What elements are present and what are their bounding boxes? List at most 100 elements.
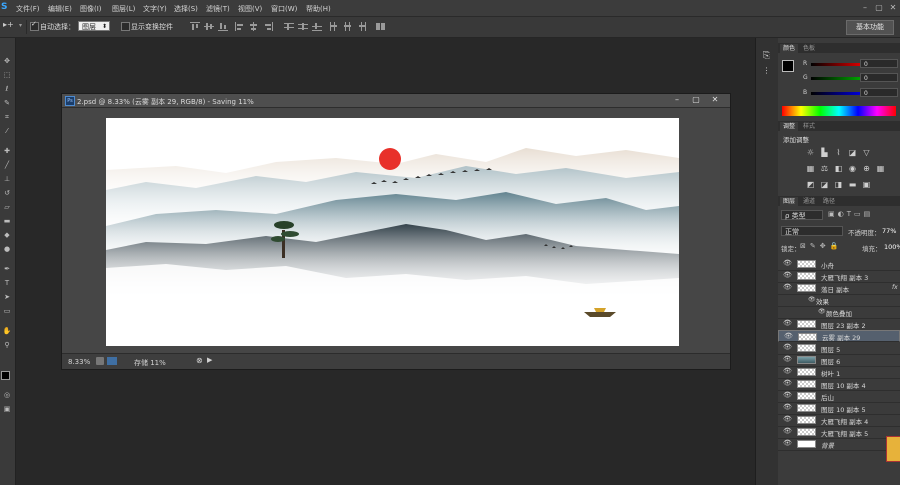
healing-brush-tool-icon[interactable]: ✚ xyxy=(2,146,12,156)
photo-filter-adjust-icon[interactable]: ◉ xyxy=(848,164,857,173)
layer-kind-filter[interactable]: ρ 类型 xyxy=(781,210,823,220)
tab-channels[interactable]: 通道 xyxy=(800,197,818,206)
close-icon[interactable]: ✕ xyxy=(888,3,898,12)
menu-view[interactable]: 视图(V) xyxy=(238,4,262,14)
opacity-value[interactable]: 77% xyxy=(882,227,896,235)
fill-value[interactable]: 100% xyxy=(884,243,900,251)
tab-swatches[interactable]: 色板 xyxy=(800,44,818,53)
hue-saturation-adjust-icon[interactable]: ▦ xyxy=(806,164,815,173)
align-top-icon[interactable] xyxy=(190,22,200,31)
cancel-save-icon[interactable]: ⊗ xyxy=(196,356,203,365)
shape-tool-icon[interactable]: ▭ xyxy=(2,306,12,316)
align-bottom-icon[interactable] xyxy=(218,22,228,31)
layer-filter-icons[interactable]: ▣◐T▭▤ xyxy=(828,210,873,218)
doc-restore-icon[interactable]: ▢ xyxy=(690,95,702,105)
layer-row[interactable]: 👁 背景 xyxy=(778,438,900,451)
restore-icon[interactable]: ▢ xyxy=(874,3,884,12)
distribute-vcenter-icon[interactable] xyxy=(298,22,308,31)
visibility-eye-icon[interactable]: 👁 xyxy=(783,260,792,267)
color-lookup-adjust-icon[interactable]: ▦ xyxy=(876,164,885,173)
tab-paths[interactable]: 路径 xyxy=(820,197,838,206)
tool-preset-arrow-icon[interactable]: ▾ xyxy=(19,22,22,29)
type-tool-icon[interactable]: T xyxy=(2,278,12,288)
tab-layers[interactable]: 图层 xyxy=(780,197,799,206)
color-balance-adjust-icon[interactable]: ⚖ xyxy=(820,164,829,173)
menu-file[interactable]: 文件(F) xyxy=(16,4,40,14)
history-brush-tool-icon[interactable]: ↺ xyxy=(2,188,12,198)
tab-color[interactable]: 颜色 xyxy=(780,44,799,53)
layer-row-selected[interactable]: 👁 云雾 副本 29 xyxy=(778,330,900,342)
auto-align-icon[interactable] xyxy=(376,22,386,31)
menu-layer[interactable]: 图层(L) xyxy=(112,4,135,14)
channel-b-value[interactable]: 0 xyxy=(860,88,898,97)
visibility-eye-icon[interactable]: 👁 xyxy=(783,428,792,435)
quick-mask-icon[interactable]: ◎ xyxy=(2,390,12,400)
vibrance-adjust-icon[interactable]: ▽ xyxy=(862,148,871,157)
screen-mode-icon[interactable]: ▣ xyxy=(2,404,12,414)
lasso-tool-icon[interactable]: ℓ xyxy=(2,84,12,94)
history-panel-icon[interactable]: ⎘ xyxy=(761,51,772,62)
foreground-color-swatch[interactable] xyxy=(1,371,10,380)
blur-tool-icon[interactable]: ◆ xyxy=(2,230,12,240)
lock-icons[interactable]: ⊠✎✥🔒 xyxy=(800,242,842,250)
menu-window[interactable]: 窗口(W) xyxy=(271,4,297,14)
menu-help[interactable]: 帮助(H) xyxy=(306,4,331,14)
panel-foreground-swatch[interactable] xyxy=(782,60,794,72)
selective-color-adjust-icon[interactable]: ▣ xyxy=(862,180,871,189)
distribute-bottom-icon[interactable] xyxy=(312,22,322,31)
visibility-eye-icon[interactable]: 👁 xyxy=(783,440,792,447)
menu-filter[interactable]: 滤镜(T) xyxy=(206,4,230,14)
menu-select[interactable]: 选择(S) xyxy=(174,4,198,14)
tab-styles[interactable]: 样式 xyxy=(800,122,818,131)
channel-mixer-adjust-icon[interactable]: ⊕ xyxy=(862,164,871,173)
zoom-tool-icon[interactable]: ⚲ xyxy=(2,340,12,350)
properties-panel-icon[interactable]: ⋮ xyxy=(761,66,772,77)
artwork-canvas[interactable] xyxy=(106,118,679,346)
path-select-tool-icon[interactable]: ➤ xyxy=(2,292,12,302)
layer-fx-badge[interactable]: fx xyxy=(892,284,898,291)
exposure-adjust-icon[interactable]: ◪ xyxy=(848,148,857,157)
visibility-eye-icon[interactable] xyxy=(783,296,790,303)
visibility-eye-icon[interactable]: 👁 xyxy=(783,392,792,399)
brightness-adjust-icon[interactable]: ☼ xyxy=(806,148,815,157)
distribute-right-icon[interactable] xyxy=(357,22,367,31)
auto-select-checkbox[interactable] xyxy=(30,20,39,31)
distribute-hcenter-icon[interactable] xyxy=(343,22,353,31)
curves-adjust-icon[interactable]: ⌇ xyxy=(834,148,843,157)
clone-stamp-tool-icon[interactable]: ⊥ xyxy=(2,174,12,184)
threshold-adjust-icon[interactable]: ◨ xyxy=(834,180,843,189)
floating-badge-icon[interactable] xyxy=(886,436,900,462)
levels-adjust-icon[interactable]: ▙ xyxy=(820,148,829,157)
marquee-tool-icon[interactable]: ⬚ xyxy=(2,70,12,80)
document-title-bar[interactable]: Ps 2.psd @ 8.33% (云雾 副本 29, RGB/8) - Sav… xyxy=(62,94,730,108)
visibility-eye-icon[interactable]: 👁 xyxy=(784,333,793,340)
workspace-switcher[interactable]: 基本功能 xyxy=(846,20,894,35)
quick-select-tool-icon[interactable]: ✎ xyxy=(2,98,12,108)
effect-eye-icon[interactable]: 👁 xyxy=(818,308,826,315)
doc-minimize-icon[interactable]: – xyxy=(671,95,683,105)
doc-close-icon[interactable]: ✕ xyxy=(709,95,721,105)
eraser-tool-icon[interactable]: ▱ xyxy=(2,202,12,212)
posterize-adjust-icon[interactable]: ◪ xyxy=(820,180,829,189)
invert-adjust-icon[interactable]: ◩ xyxy=(806,180,815,189)
visibility-eye-icon[interactable]: 👁 xyxy=(783,368,792,375)
hand-tool-icon[interactable]: ✋ xyxy=(2,326,12,336)
visibility-eye-icon[interactable]: 👁 xyxy=(783,356,792,363)
channel-g-value[interactable]: 0 xyxy=(860,73,898,82)
show-transform-checkbox[interactable] xyxy=(121,22,130,31)
channel-r-value[interactable]: 0 xyxy=(860,59,898,68)
visibility-eye-icon[interactable]: 👁 xyxy=(783,416,792,423)
menu-type[interactable]: 文字(Y) xyxy=(143,4,167,14)
minimize-icon[interactable]: – xyxy=(860,3,870,12)
move-tool-icon[interactable]: ▸+ xyxy=(3,20,14,29)
visibility-eye-icon[interactable]: 👁 xyxy=(783,284,792,291)
visibility-eye-icon[interactable]: 👁 xyxy=(783,272,792,279)
visibility-eye-icon[interactable]: 👁 xyxy=(783,344,792,351)
menu-edit[interactable]: 编辑(E) xyxy=(48,4,72,14)
distribute-left-icon[interactable] xyxy=(329,22,339,31)
brush-tool-icon[interactable]: ╱ xyxy=(2,160,12,170)
eyedropper-tool-icon[interactable]: ⁄ xyxy=(2,126,12,136)
black-white-adjust-icon[interactable]: ◧ xyxy=(834,164,843,173)
visibility-eye-icon[interactable]: 👁 xyxy=(783,380,792,387)
distribute-top-icon[interactable] xyxy=(284,22,294,31)
